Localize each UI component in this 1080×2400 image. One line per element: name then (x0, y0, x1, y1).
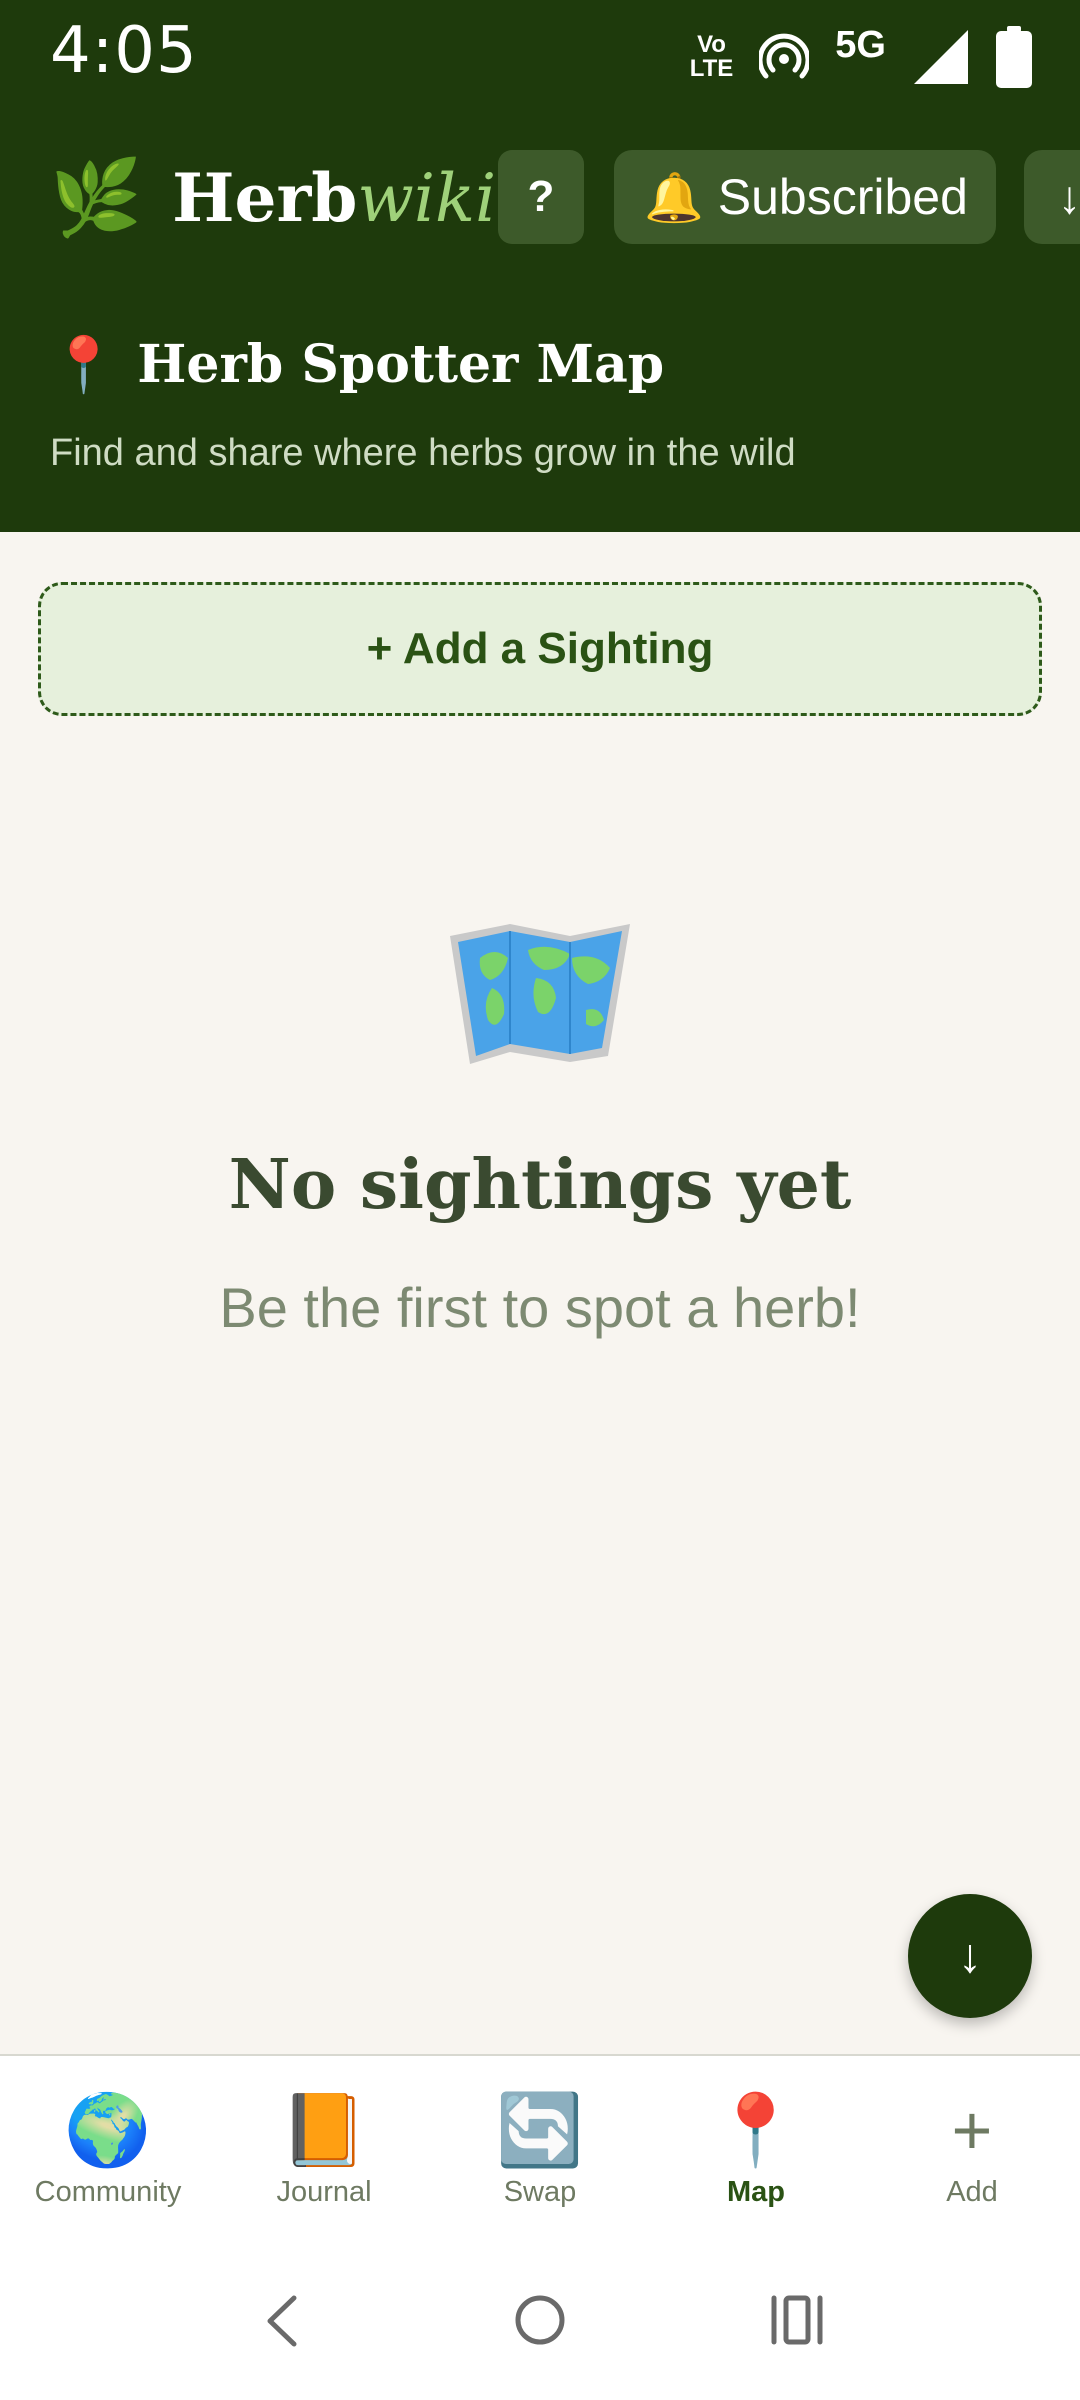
pin-icon: 📍 (50, 332, 118, 396)
bottom-nav: 🌍 Community 📙 Journal 🔄 Swap 📍 Map + Add (0, 2054, 1080, 2230)
nav-label: Journal (276, 2176, 372, 2208)
nav-label: Map (727, 2176, 785, 2208)
page-subtitle: Find and share where herbs grow in the w… (50, 432, 796, 474)
pin-icon: 📍 (712, 2091, 800, 2169)
volte-icon: Vo LTE (689, 31, 734, 82)
nav-label: Add (946, 2176, 998, 2208)
nav-item-add[interactable]: + Add (864, 2056, 1080, 2230)
plus-icon: + (951, 2091, 993, 2169)
nav-item-swap[interactable]: 🔄 Swap (432, 2056, 648, 2230)
nav-item-journal[interactable]: 📙 Journal (216, 2056, 432, 2230)
status-bar: 4:05 Vo LTE 5G (0, 0, 1080, 110)
brand[interactable]: 🌿 Herbwiki (50, 150, 496, 246)
subscribed-button[interactable]: 🔔 Subscribed (614, 150, 996, 244)
leaf-icon: 🌿 (50, 156, 143, 239)
recents-icon[interactable] (770, 2294, 824, 2346)
empty-state-title: No sightings yet (228, 1145, 852, 1225)
globe-icon: 🌍 (64, 2091, 152, 2169)
system-nav-bar (0, 2230, 1080, 2400)
signal-icon (914, 30, 968, 84)
scroll-down-button[interactable]: ↓ (908, 1894, 1032, 2018)
battery-icon (996, 26, 1032, 88)
page-title-text: Herb Spotter Map (137, 334, 665, 395)
nav-label: Community (34, 2176, 182, 2208)
empty-state-subtitle: Be the first to spot a herb! (219, 1276, 861, 1339)
hotspot-icon (759, 33, 810, 79)
add-sighting-button[interactable]: + Add a Sighting (38, 582, 1042, 716)
page-title: 📍 Herb Spotter Map (50, 332, 664, 397)
status-time: 4:05 (50, 14, 198, 88)
subscribed-label: Subscribed (717, 169, 968, 225)
network-type: 5G (835, 23, 886, 66)
nav-label: Swap (503, 2176, 577, 2208)
nav-item-community[interactable]: 🌍 Community (0, 2056, 216, 2230)
overflow-button[interactable]: ↓ (1024, 150, 1080, 244)
notebook-icon: 📙 (280, 2091, 368, 2169)
app-header: 🌿 Herbwiki ? 🔔 Subscribed ↓ 📍 Herb Spott… (0, 110, 1080, 532)
bell-icon: 🔔 (644, 171, 704, 225)
home-icon[interactable] (514, 2294, 566, 2346)
status-icons: Vo LTE 5G (690, 22, 1032, 92)
back-icon[interactable] (262, 2294, 302, 2348)
brand-name: Herbwiki (172, 159, 497, 237)
swap-icon: 🔄 (496, 2091, 584, 2169)
world-map-icon (450, 924, 630, 1064)
help-button[interactable]: ? (498, 150, 584, 244)
nav-item-map[interactable]: 📍 Map (648, 2056, 864, 2230)
